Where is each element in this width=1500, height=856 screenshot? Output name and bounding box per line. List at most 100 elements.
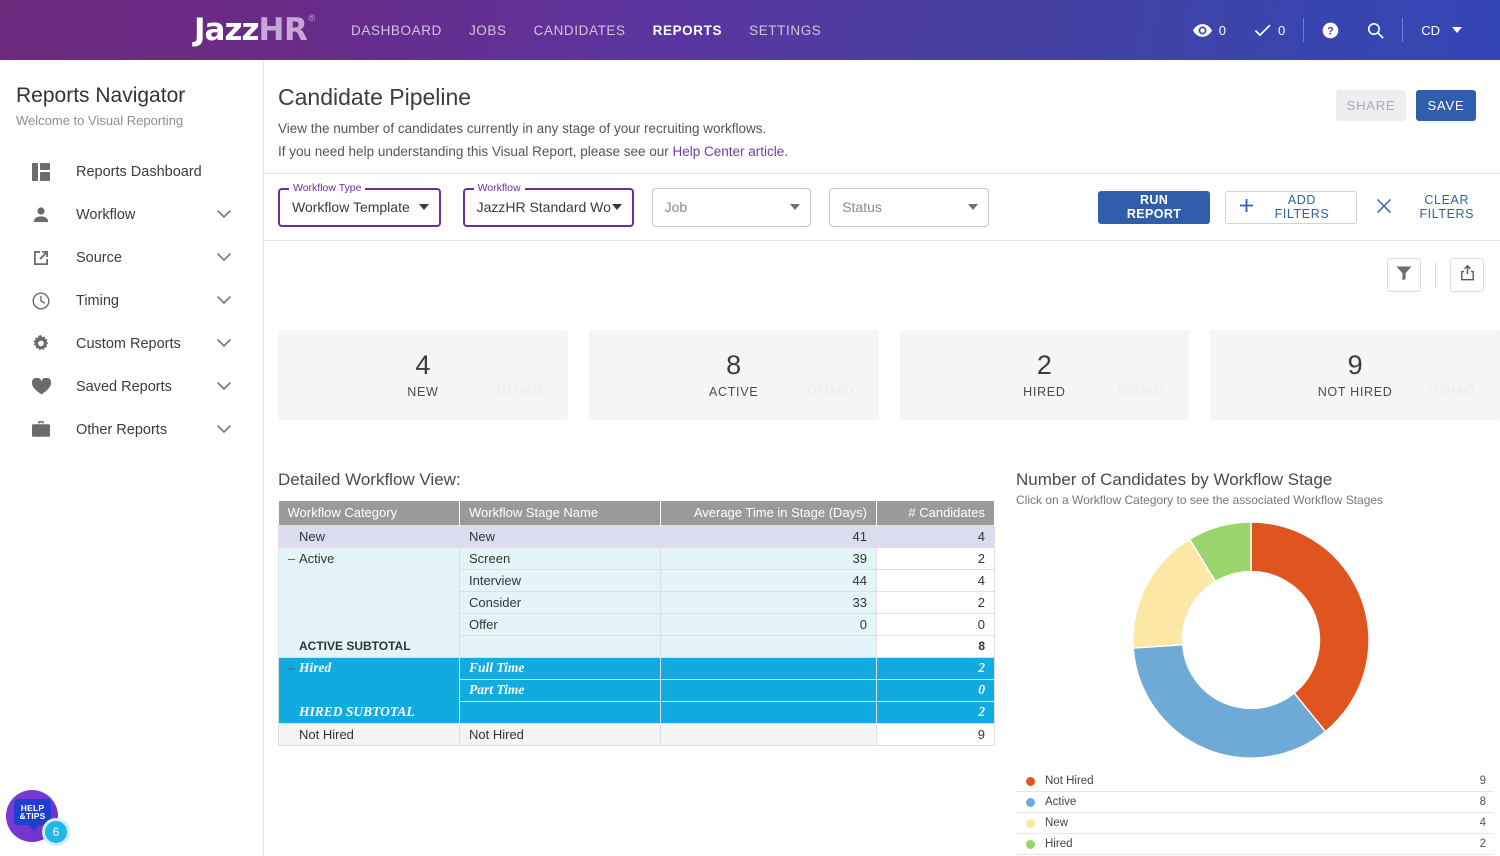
chevron-down-icon[interactable] <box>217 421 231 439</box>
column-header-average-time[interactable]: Average Time in Stage (Days) <box>661 501 877 525</box>
person-icon <box>30 204 52 226</box>
cell-workflow-stage-name: Screen <box>460 547 661 569</box>
sidebar-subtitle: Welcome to Visual Reporting <box>16 113 263 128</box>
workflow-type-select[interactable]: Workflow Type Workflow Template <box>278 188 441 227</box>
sidebar-item-custom-reports[interactable]: Custom Reports <box>0 322 263 365</box>
funnel-icon <box>1396 265 1412 286</box>
table-row[interactable]: HIRED SUBTOTAL2 <box>279 701 995 723</box>
sidebar-item-workflow[interactable]: Workflow <box>0 193 263 236</box>
page-description-line2: If you need help understanding this Visu… <box>278 144 1500 159</box>
table-row[interactable]: Interview444 <box>279 569 995 591</box>
legend-value: 2 <box>1480 838 1486 850</box>
sidebar-item-reports-dashboard[interactable]: Reports Dashboard <box>0 150 263 193</box>
nav-link-jobs[interactable]: JOBS <box>469 23 507 38</box>
row-indent-spacer <box>288 617 299 632</box>
help-and-tips-badge[interactable]: HELP &TIPS 6 <box>6 790 86 848</box>
kpi-card-active[interactable]: 8 ACTIVE DOMO <box>589 330 879 420</box>
workflow-select[interactable]: Workflow JazzHR Standard Wo... <box>463 188 634 227</box>
sidebar-item-source[interactable]: Source <box>0 236 263 279</box>
collapse-toggle-icon[interactable]: – <box>288 660 299 676</box>
help-center-article-link[interactable]: Help Center article <box>673 144 785 159</box>
table-row[interactable]: Offer00 <box>279 613 995 635</box>
sidebar-item-timing[interactable]: Timing <box>0 279 263 322</box>
cell-num-candidates: 4 <box>877 569 995 591</box>
save-button[interactable]: SAVE <box>1416 90 1476 121</box>
cell-num-candidates: 2 <box>877 591 995 613</box>
help-text-suffix: . <box>784 144 788 159</box>
donut-slice-not-hired[interactable] <box>1251 522 1369 732</box>
table-body: NewNew414–ActiveScreen392 Interview444 C… <box>279 525 995 745</box>
cell-workflow-stage-name: Not Hired <box>460 723 661 745</box>
kpi-card-not-hired[interactable]: 9 NOT HIRED DOMO <box>1210 330 1500 420</box>
funnel-icon-button[interactable] <box>1387 258 1421 292</box>
domo-watermark: DOMO <box>1428 382 1476 398</box>
chevron-down-icon[interactable] <box>217 292 231 310</box>
donut-chart[interactable] <box>1016 515 1486 765</box>
kpi-card-hired[interactable]: 2 HIRED DOMO <box>900 330 1190 420</box>
watching-counter[interactable]: 0 <box>1179 23 1240 38</box>
legend-color-dot <box>1026 819 1035 828</box>
table-row[interactable]: –ActiveScreen392 <box>279 547 995 569</box>
collapse-toggle-icon[interactable]: – <box>288 551 299 566</box>
help-badge-count: 6 <box>42 818 70 846</box>
cell-num-candidates: 2 <box>877 547 995 569</box>
column-header-workflow-category[interactable]: Workflow Category <box>279 501 460 525</box>
job-placeholder: Job <box>665 199 688 215</box>
row-indent-spacer <box>288 573 299 588</box>
job-select[interactable]: Job <box>652 188 812 227</box>
sidebar-item-saved-reports[interactable]: Saved Reports <box>0 365 263 408</box>
category-label: HIRED SUBTOTAL <box>299 704 415 720</box>
jazzhr-logo[interactable]: Jazz HR ® <box>194 0 315 60</box>
chevron-down-icon[interactable] <box>217 249 231 267</box>
chevron-down-icon[interactable] <box>217 206 231 224</box>
table-row[interactable]: Not HiredNot Hired9 <box>279 723 995 745</box>
help-button[interactable]: ? <box>1308 22 1353 39</box>
row-indent-spacer <box>288 682 299 698</box>
nav-link-candidates[interactable]: CANDIDATES <box>534 23 626 38</box>
table-row[interactable]: NewNew414 <box>279 525 995 547</box>
legend-row[interactable]: Active8 <box>1016 792 1494 813</box>
table-row[interactable]: Part Time0 <box>279 679 995 701</box>
share-button[interactable]: SHARE <box>1336 90 1406 121</box>
row-indent-spacer <box>288 595 299 610</box>
chevron-down-icon[interactable] <box>217 335 231 353</box>
sidebar-item-other-reports[interactable]: Other Reports <box>0 408 263 451</box>
sidebar-item-label: Source <box>76 250 122 266</box>
table-row[interactable]: Consider332 <box>279 591 995 613</box>
nav-link-dashboard[interactable]: DASHBOARD <box>351 23 442 38</box>
workflow-type-value: Workflow Template <box>292 199 410 215</box>
kpi-label: NOT HIRED <box>1318 385 1393 399</box>
workflow-type-label: Workflow Type <box>289 182 365 194</box>
main-content: Candidate Pipeline View the number of ca… <box>264 60 1500 856</box>
status-select[interactable]: Status <box>829 188 989 227</box>
legend-label: New <box>1045 817 1068 829</box>
sidebar-item-label: Workflow <box>76 207 135 223</box>
legend-row[interactable]: Hired2 <box>1016 834 1494 855</box>
legend-row[interactable]: Not Hired9 <box>1016 771 1494 792</box>
table-row[interactable]: ACTIVE SUBTOTAL8 <box>279 635 995 657</box>
donut-slice-active[interactable] <box>1133 645 1325 758</box>
table-row[interactable]: –HiredFull Time2 <box>279 657 995 679</box>
nav-link-settings[interactable]: SETTINGS <box>749 23 821 38</box>
column-header-num-candidates[interactable]: # Candidates <box>877 501 995 525</box>
run-report-button[interactable]: RUN REPORT <box>1098 191 1211 224</box>
chevron-down-icon[interactable] <box>217 378 231 396</box>
search-button[interactable] <box>1353 22 1398 39</box>
cell-workflow-stage-name <box>460 701 661 723</box>
add-filters-button[interactable]: ADD FILTERS <box>1225 191 1356 224</box>
clear-filters-button[interactable]: CLEAR FILTERS <box>1371 191 1500 224</box>
tasks-counter[interactable]: 0 <box>1240 23 1299 38</box>
kpi-value: 2 <box>1037 351 1052 379</box>
user-menu[interactable]: CD <box>1407 23 1476 38</box>
chart-subtitle: Click on a Workflow Category to see the … <box>1016 493 1486 507</box>
close-icon <box>1377 199 1391 216</box>
legend-row[interactable]: New4 <box>1016 813 1494 834</box>
nav-link-reports[interactable]: REPORTS <box>653 23 722 38</box>
cell-average-time <box>661 635 877 657</box>
workflow-value: JazzHR Standard Wo... <box>477 199 612 215</box>
kpi-card-new[interactable]: 4 NEW DOMO <box>278 330 568 420</box>
cell-average-time: 39 <box>661 547 877 569</box>
column-header-workflow-stage-name[interactable]: Workflow Stage Name <box>460 501 661 525</box>
chevron-down-icon <box>419 204 429 210</box>
export-icon-button[interactable] <box>1450 258 1484 292</box>
